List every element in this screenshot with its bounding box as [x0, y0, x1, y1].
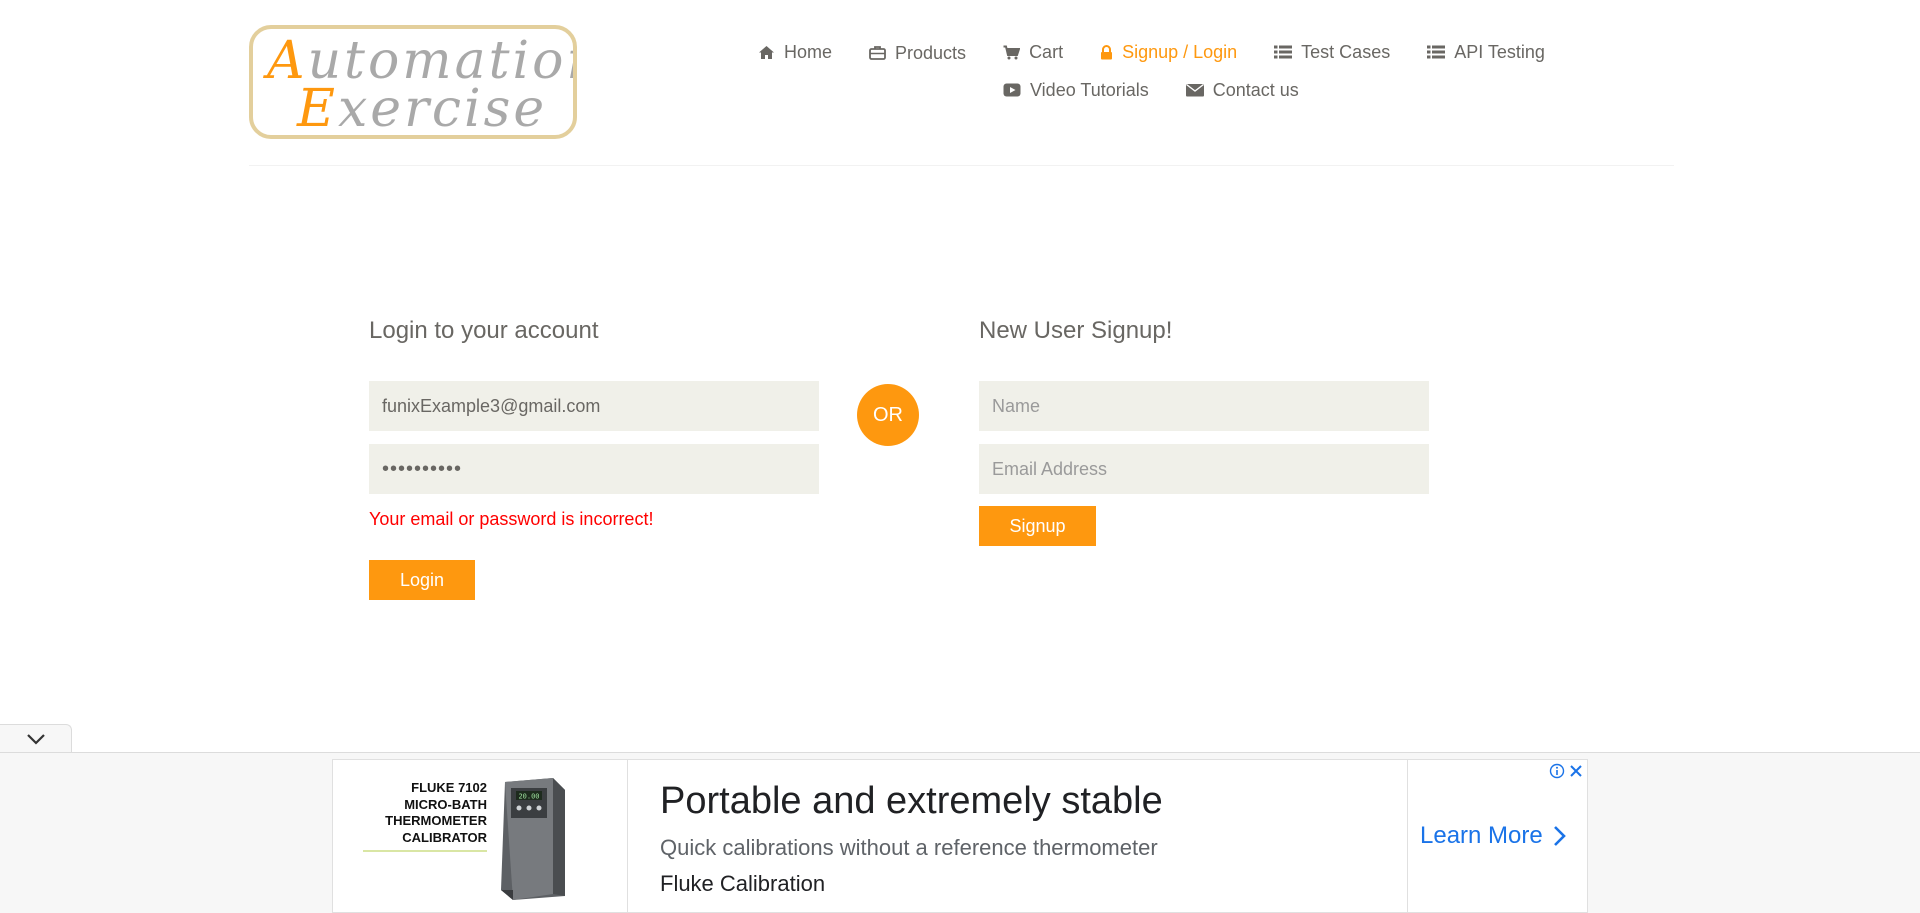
login-title: Login to your account [369, 317, 599, 344]
chevron-right-icon [1553, 826, 1566, 846]
logo-text-exercise: xercise [337, 79, 548, 139]
signup-name-input[interactable] [979, 381, 1429, 431]
nav-signup-login[interactable]: Signup / Login [1100, 42, 1237, 63]
nav-home[interactable]: Home [758, 42, 832, 63]
nav-contact-us[interactable]: Contact us [1185, 79, 1299, 101]
nav-products-label: Products [895, 43, 967, 63]
login-password-input[interactable] [369, 444, 819, 494]
login-button[interactable]: Login [369, 560, 475, 600]
nav-contact-us-label: Contact us [1212, 79, 1299, 100]
nav-home-label: Home [784, 41, 833, 62]
login-email-input[interactable] [369, 381, 819, 431]
ad-controls [1549, 763, 1583, 779]
nav-api-testing[interactable]: API Testing [1427, 42, 1545, 63]
home-icon [759, 45, 774, 59]
nav-test-cases[interactable]: Test Cases [1274, 42, 1390, 63]
ad-collapse-toggle[interactable] [0, 724, 72, 753]
or-divider-badge: OR [857, 384, 919, 446]
nav-cart[interactable]: Cart [1003, 42, 1063, 63]
calibrator-device-image: 20.00 [501, 778, 565, 900]
ad-description: Quick calibrations without a reference t… [660, 835, 1158, 860]
ad-learn-more-link[interactable]: Learn More [1420, 822, 1566, 850]
header-divider [249, 165, 1674, 166]
nav-row-1: Home Products Cart Signup / Login Test C… [758, 36, 1560, 68]
nav-signup-login-label: Signup / Login [1122, 41, 1238, 62]
close-icon[interactable] [1569, 764, 1583, 778]
list-icon [1274, 45, 1293, 59]
play-icon [1003, 83, 1021, 97]
ad-advertiser-name: Fluke Calibration [660, 871, 826, 896]
signup-email-input[interactable] [979, 444, 1429, 494]
page: Automation Exercise Home Products Cart S… [0, 0, 1920, 913]
info-icon[interactable] [1549, 763, 1565, 779]
lock-icon [1101, 44, 1113, 59]
device-display-readout: 20.00 [518, 793, 539, 801]
signup-title: New User Signup! [979, 317, 1173, 344]
nav-api-testing-label: API Testing [1454, 41, 1545, 62]
ad-banner[interactable]: FLUKE 7102 MICRO-BATH THERMOMETER CALIBR… [332, 759, 1588, 913]
nav-video-tutorials-label: Video Tutorials [1030, 79, 1149, 100]
list-icon [1427, 45, 1446, 59]
ad-cta-panel: Learn More [1407, 760, 1589, 913]
ad-headline: Portable and extremely stable [660, 780, 1163, 822]
nav-video-tutorials[interactable]: Video Tutorials [1003, 80, 1149, 101]
ad-product-label: FLUKE 7102 MICRO-BATH THERMOMETER CALIBR… [385, 780, 487, 845]
envelope-icon [1185, 83, 1204, 97]
logo-cap-e: E [297, 79, 338, 139]
nav-test-cases-label: Test Cases [1301, 41, 1391, 62]
site-logo[interactable]: Automation Exercise [249, 25, 577, 139]
ad-product-panel: FLUKE 7102 MICRO-BATH THERMOMETER CALIBR… [333, 760, 628, 913]
logo-line-2: Exercise [297, 79, 548, 139]
briefcase-icon [869, 45, 886, 60]
ad-learn-more-label: Learn More [1420, 822, 1543, 849]
cart-icon [1003, 45, 1021, 59]
chevron-down-icon [26, 734, 45, 745]
nav-products[interactable]: Products [869, 40, 966, 64]
ad-product-rule [363, 850, 487, 852]
nav-cart-label: Cart [1029, 41, 1064, 62]
signup-button[interactable]: Signup [979, 506, 1096, 546]
nav-row-2: Video Tutorials Contact us [1003, 74, 1560, 106]
main-nav: Home Products Cart Signup / Login Test C… [740, 36, 1560, 106]
login-error-message: Your email or password is incorrect! [369, 509, 654, 529]
